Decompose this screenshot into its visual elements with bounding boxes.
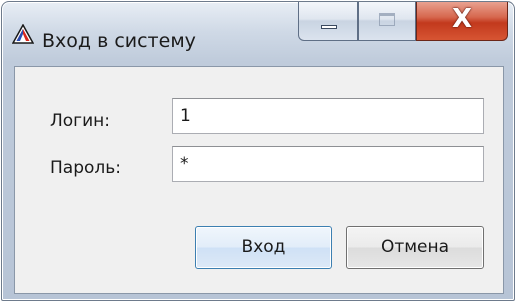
dialog-client-area: Логин: 1 Пароль: * Вход Отмена xyxy=(14,66,504,294)
maximize-icon xyxy=(379,13,395,26)
title-bar[interactable]: Вход в систему X xyxy=(2,2,514,62)
caption-buttons: X xyxy=(298,2,508,42)
login-label: Логин: xyxy=(50,111,111,131)
window-title: Вход в систему xyxy=(42,30,196,52)
password-label: Пароль: xyxy=(50,158,122,178)
minimize-button[interactable] xyxy=(298,2,358,41)
login-button[interactable]: Вход xyxy=(195,226,332,269)
maximize-button[interactable] xyxy=(358,2,416,41)
cancel-button[interactable]: Отмена xyxy=(346,226,484,269)
login-dialog-window: Вход в систему X Логин: 1 Пароль: * Вход… xyxy=(1,1,515,301)
app-logo-icon xyxy=(11,23,35,44)
password-input[interactable]: * xyxy=(172,146,484,182)
minimize-icon xyxy=(321,25,337,29)
close-icon: X xyxy=(451,4,473,34)
login-input[interactable]: 1 xyxy=(172,98,484,134)
close-button[interactable]: X xyxy=(416,2,508,41)
